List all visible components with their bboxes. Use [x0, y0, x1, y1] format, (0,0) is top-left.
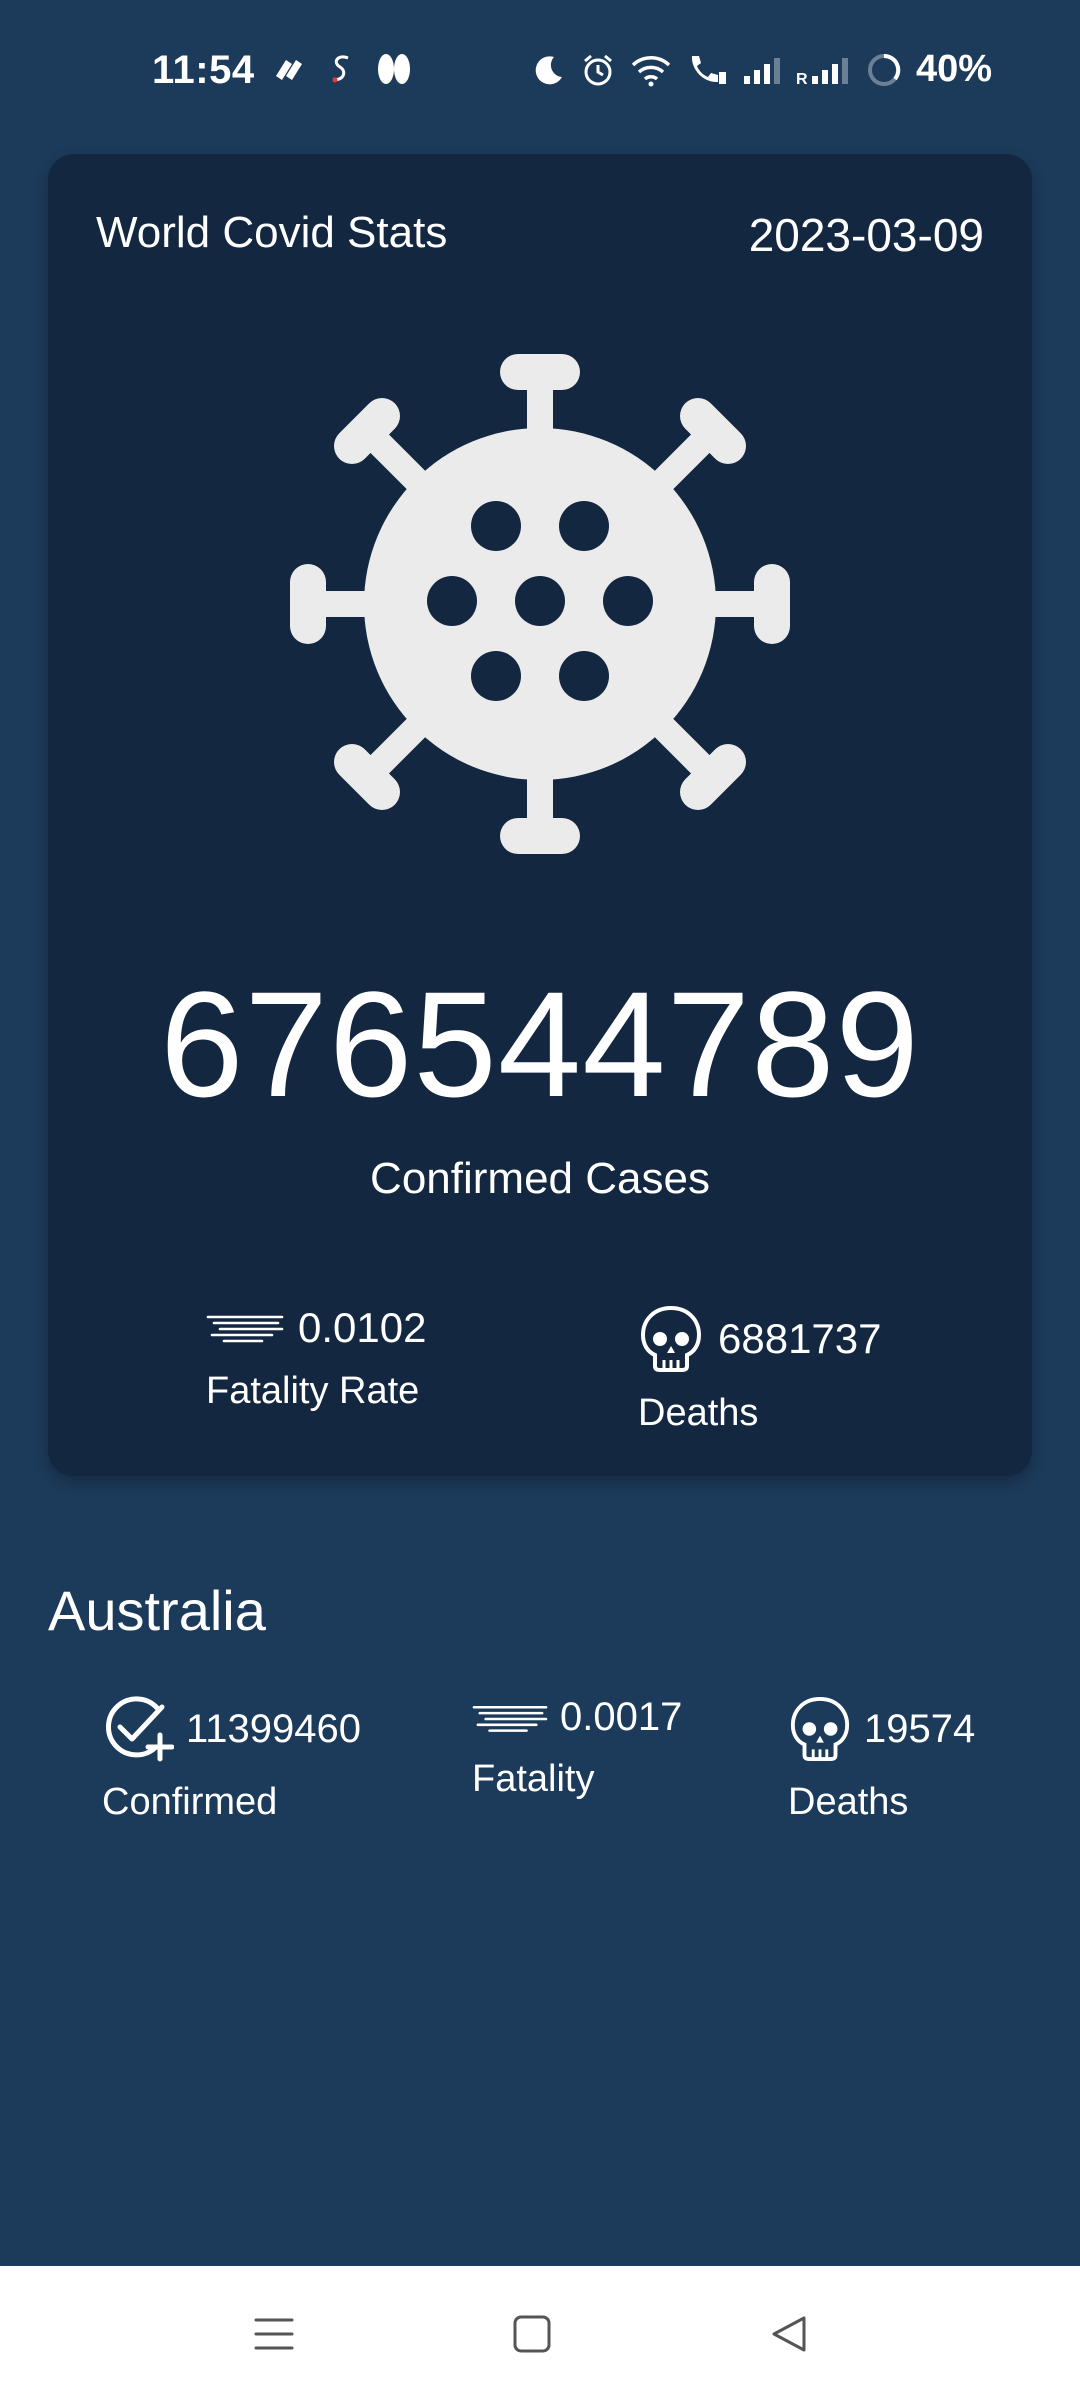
world-fatality-label: Fatality Rate: [206, 1370, 420, 1412]
battery-percent: 40%: [915, 48, 992, 90]
fatality-rate-icon: [472, 1705, 548, 1732]
country-deaths-stat: 19574 Deaths: [788, 1695, 975, 1824]
country-confirmed-value: 11399460: [186, 1706, 361, 1751]
country-confirmed-stat: 11399460 Confirmed: [102, 1695, 361, 1824]
country-deaths-value: 19574: [864, 1706, 976, 1751]
wifi-icon: [631, 55, 671, 86]
world-deaths-stat: 6881737 Deaths: [638, 1304, 882, 1435]
country-fatality-value: 0.0017: [560, 1695, 683, 1739]
country-deaths-label: Deaths: [788, 1781, 909, 1823]
country-fatality-label: Fatality: [472, 1758, 595, 1800]
country-confirmed-label: Confirmed: [102, 1781, 278, 1823]
world-deaths-label: Deaths: [638, 1392, 759, 1434]
skull-icon: [640, 1305, 702, 1372]
system-nav-bar: [0, 2266, 1080, 2400]
svg-text:R: R: [796, 71, 808, 86]
system-status-icons: R 40%: [532, 48, 992, 91]
card-title: World Covid Stats: [96, 208, 448, 257]
signal-roaming-icon-sim2: R: [796, 57, 848, 86]
world-deaths-value: 6881737: [718, 1315, 882, 1362]
signal-icon-sim1: [743, 57, 780, 84]
country-fatality-stat: 0.0017 Fatality: [472, 1695, 682, 1801]
status-time: 11:54: [152, 48, 255, 92]
confirmed-check-icon: [105, 1696, 174, 1762]
world-confirmed-label: Confirmed Cases: [370, 1154, 710, 1203]
battery-ring-icon: [867, 53, 901, 86]
world-fatality-stat: 0.0102 Fatality Rate: [206, 1304, 426, 1413]
menu-icon[interactable]: [252, 2312, 296, 2356]
app-notification-icon: [276, 60, 302, 80]
moon-icon: [535, 55, 562, 84]
status-bar: 11:54 R 40%: [0, 0, 1080, 140]
home-icon[interactable]: [510, 2312, 554, 2356]
back-icon[interactable]: [768, 2312, 812, 2356]
country-name: Australia: [48, 1579, 266, 1642]
world-stats-card: World Covid Stats 2023-03-09 676544789 C…: [48, 154, 1032, 1476]
world-confirmed-count: 676544789: [160, 960, 920, 1128]
alarm-icon: [583, 54, 612, 85]
fatality-rate-icon: [206, 1315, 284, 1343]
world-fatality-value: 0.0102: [298, 1304, 427, 1351]
notification-icons: [272, 52, 414, 86]
s-app-icon: [332, 55, 349, 83]
app-screen: 11:54 R 40% World Covid Stats 2023-03-09…: [0, 0, 1080, 2400]
wifi-calling-icon: [691, 55, 726, 84]
virus-icon: [290, 354, 790, 854]
stats-date: 2023-03-09: [748, 209, 984, 261]
media-app-icon: [378, 54, 410, 84]
skull-icon: [790, 1696, 850, 1761]
